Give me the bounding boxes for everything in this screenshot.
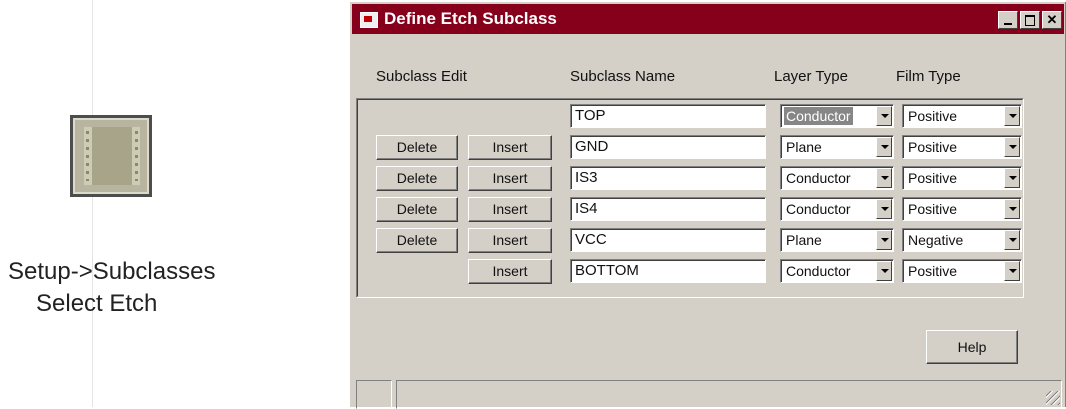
subclass-name-input[interactable]: IS3: [570, 166, 766, 190]
layer-type-select[interactable]: Conductor: [780, 104, 894, 128]
layer-type-select[interactable]: Conductor: [780, 197, 894, 221]
minimize-button[interactable]: [998, 11, 1018, 29]
layer-type-select[interactable]: Conductor: [780, 166, 894, 190]
help-button[interactable]: Help: [926, 330, 1018, 364]
layer-type-select-value: Conductor: [784, 107, 853, 125]
dialog-title: Define Etch Subclass: [384, 9, 557, 28]
subclass-name-input[interactable]: IS4: [570, 197, 766, 221]
insert-button[interactable]: Insert: [468, 228, 552, 253]
dropdown-arrow-icon[interactable]: [1004, 137, 1020, 157]
insert-button[interactable]: Insert: [468, 135, 552, 160]
layer-type-select[interactable]: Conductor: [780, 259, 894, 283]
film-type-select-value: Positive: [908, 139, 958, 155]
maximize-button[interactable]: [1020, 11, 1040, 29]
dropdown-arrow-icon[interactable]: [1004, 199, 1020, 219]
close-button[interactable]: ✕: [1042, 11, 1062, 29]
delete-button[interactable]: Delete: [376, 135, 458, 160]
film-type-select-value: Positive: [908, 263, 958, 279]
dropdown-arrow-icon[interactable]: [876, 106, 892, 126]
dropdown-arrow-icon[interactable]: [876, 199, 892, 219]
layer-type-select-value: Conductor: [786, 170, 851, 186]
instruction-caption: Setup->Subclasses Select Etch: [8, 256, 215, 320]
status-cell-1: [356, 380, 392, 409]
etch-film-graphic: [84, 127, 140, 185]
app-icon[interactable]: [360, 12, 378, 28]
insert-button[interactable]: Insert: [468, 166, 552, 191]
film-type-select-value: Positive: [908, 170, 958, 186]
layer-type-select-value: Conductor: [786, 201, 851, 217]
caption-line-1: Setup->Subclasses: [8, 258, 216, 285]
film-type-select[interactable]: Positive: [902, 166, 1022, 190]
delete-button[interactable]: Delete: [376, 197, 458, 222]
dropdown-arrow-icon[interactable]: [1004, 261, 1020, 281]
header-film-type: Film Type: [896, 68, 961, 85]
dropdown-arrow-icon[interactable]: [1004, 168, 1020, 188]
header-layer-type: Layer Type: [774, 68, 848, 85]
page-divider: [92, 0, 93, 407]
film-type-select[interactable]: Positive: [902, 135, 1022, 159]
dropdown-arrow-icon[interactable]: [1004, 230, 1020, 250]
film-type-select[interactable]: Negative: [902, 228, 1022, 252]
insert-button[interactable]: Insert: [468, 259, 552, 284]
dropdown-arrow-icon[interactable]: [876, 261, 892, 281]
resize-grip-icon[interactable]: [1046, 391, 1060, 405]
caption-line-2: Select Etch: [36, 290, 158, 317]
film-type-select-value: Positive: [908, 201, 958, 217]
dropdown-arrow-icon[interactable]: [876, 137, 892, 157]
film-type-select-value: Positive: [908, 108, 958, 124]
etch-icon-face: [73, 118, 149, 194]
layer-type-select-value: Conductor: [786, 263, 851, 279]
film-type-select[interactable]: Positive: [902, 197, 1022, 221]
insert-button[interactable]: Insert: [468, 197, 552, 222]
status-cell-2: [396, 380, 1062, 409]
film-type-select-value: Negative: [908, 232, 964, 248]
delete-button[interactable]: Delete: [376, 166, 458, 191]
status-bar: [352, 380, 1064, 409]
layer-type-select-value: Plane: [786, 139, 822, 155]
layer-type-select[interactable]: Plane: [780, 135, 894, 159]
subclass-name-input[interactable]: VCC: [570, 228, 766, 252]
header-subclass-name: Subclass Name: [570, 68, 676, 85]
etch-subclass-icon[interactable]: [70, 115, 152, 197]
subclass-name-input[interactable]: BOTTOM: [570, 259, 766, 283]
define-etch-subclass-dialog: Define Etch Subclass ✕ Subclass Edit Sub…: [348, 0, 1066, 409]
film-type-select[interactable]: Positive: [902, 104, 1022, 128]
dropdown-arrow-icon[interactable]: [876, 168, 892, 188]
layer-type-select-value: Plane: [786, 232, 822, 248]
layer-type-select[interactable]: Plane: [780, 228, 894, 252]
subclass-name-input[interactable]: GND: [570, 135, 766, 159]
header-subclass-edit: Subclass Edit: [376, 68, 467, 85]
subclass-name-input[interactable]: TOP: [570, 104, 766, 128]
film-type-select[interactable]: Positive: [902, 259, 1022, 283]
dropdown-arrow-icon[interactable]: [876, 230, 892, 250]
dialog-titlebar[interactable]: Define Etch Subclass ✕: [352, 4, 1064, 34]
dropdown-arrow-icon[interactable]: [1004, 106, 1020, 126]
delete-button[interactable]: Delete: [376, 228, 458, 253]
